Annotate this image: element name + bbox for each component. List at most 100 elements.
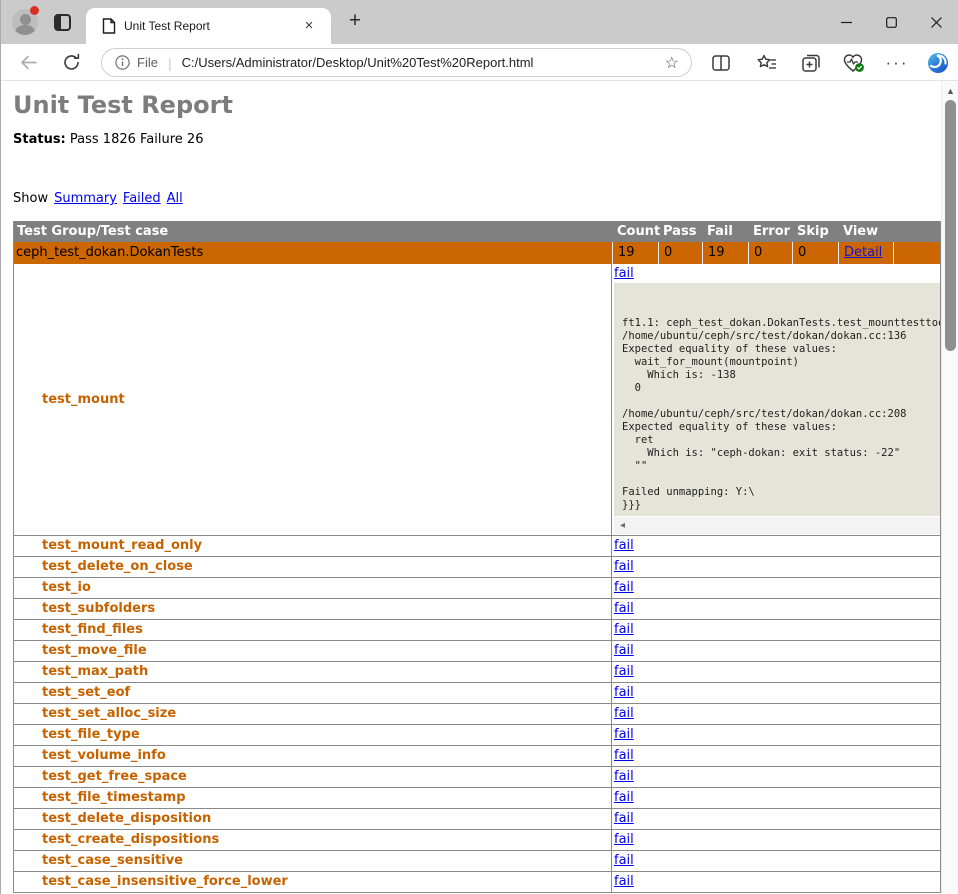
- fail-link[interactable]: fail: [614, 790, 634, 805]
- group-summary-row: ceph_test_dokan.DokanTests 19 0 19 0 0 D…: [14, 242, 940, 264]
- fail-link[interactable]: fail: [614, 769, 634, 784]
- page-content: Unit Test Report Status: Pass 1826 Failu…: [1, 81, 942, 894]
- site-info-icon[interactable]: [115, 55, 130, 70]
- fail-link[interactable]: fail: [614, 538, 634, 553]
- new-tab-button[interactable]: +: [342, 8, 368, 34]
- fail-link[interactable]: fail: [614, 853, 634, 868]
- address-bar[interactable]: File | C:/Users/Administrator/Desktop/Un…: [101, 48, 692, 77]
- back-icon[interactable]: [18, 52, 39, 73]
- table-row: test_find_files fail: [14, 620, 940, 641]
- group-fail: 19: [702, 242, 748, 264]
- test-report-table: Test Group/Test case Count Pass Fail Err…: [13, 221, 941, 893]
- test-name: test_file_type: [14, 727, 140, 742]
- browser-essentials-icon[interactable]: [842, 51, 866, 75]
- minimize-button[interactable]: [829, 10, 863, 34]
- maximize-button[interactable]: [874, 10, 908, 34]
- expanded-test-name-cell: test_mount: [14, 264, 612, 535]
- fail-link[interactable]: fail: [614, 643, 634, 658]
- url-text[interactable]: C:/Users/Administrator/Desktop/Unit%20Te…: [182, 55, 659, 70]
- table-row: test_subfolders fail: [14, 599, 940, 620]
- fail-link[interactable]: fail: [614, 622, 634, 637]
- group-name: ceph_test_dokan.DokanTests: [14, 242, 612, 264]
- table-row: test_get_free_space fail: [14, 767, 940, 788]
- show-all-link[interactable]: All: [167, 191, 183, 206]
- table-row: test_file_type fail: [14, 725, 940, 746]
- test-name: test_delete_disposition: [14, 811, 211, 826]
- test-name: test_create_dispositions: [14, 832, 219, 847]
- page-vertical-scrollbar[interactable]: ▲: [941, 81, 958, 894]
- fail-link[interactable]: fail: [614, 748, 634, 763]
- scheme-label: File: [137, 55, 158, 70]
- group-skip: 0: [792, 242, 838, 264]
- table-row: test_max_path fail: [14, 662, 940, 683]
- col-header-name: Test Group/Test case: [14, 221, 612, 242]
- status-line: Status: Pass 1826 Failure 26: [13, 132, 203, 147]
- fail-link[interactable]: fail: [614, 664, 634, 679]
- show-filter: Show Summary Failed All: [13, 191, 183, 206]
- fail-link[interactable]: fail: [614, 559, 634, 574]
- fail-link[interactable]: fail: [614, 685, 634, 700]
- settings-more-icon[interactable]: ···: [885, 51, 909, 75]
- tab-title: Unit Test Report: [124, 19, 210, 33]
- profile-notification-dot: [30, 6, 39, 15]
- col-header-skip: Skip: [792, 221, 838, 242]
- test-name: test_io: [14, 580, 91, 595]
- table-row: test_delete_disposition fail: [14, 809, 940, 830]
- failure-log-text: ft1.1: ceph_test_dokan.DokanTests.test_m…: [614, 283, 940, 512]
- log-horizontal-scrollbar[interactable]: ◂: [614, 517, 940, 534]
- test-rows: test_mount_read_only fail test_delete_on…: [14, 536, 940, 893]
- collections-icon[interactable]: [799, 51, 823, 75]
- test-name: test_set_alloc_size: [14, 706, 176, 721]
- browser-window: Unit Test Report × + File | C:/Users/Adm…: [0, 0, 958, 894]
- group-count: 19: [612, 242, 658, 264]
- col-header-pass: Pass: [658, 221, 702, 242]
- tab-unit-test-report[interactable]: Unit Test Report ×: [86, 8, 331, 44]
- test-name: test_case_sensitive: [14, 853, 183, 868]
- expanded-test-row: test_mount fail ft1.1: ceph_test_dokan.D…: [14, 264, 940, 536]
- fail-link[interactable]: fail: [614, 580, 634, 595]
- favorites-icon[interactable]: [755, 51, 779, 75]
- table-row: test_delete_on_close fail: [14, 557, 940, 578]
- fail-link[interactable]: fail: [614, 832, 634, 847]
- avatar-head-icon: [20, 14, 31, 25]
- show-failed-link[interactable]: Failed: [123, 191, 161, 206]
- fail-link[interactable]: fail: [614, 706, 634, 721]
- refresh-icon[interactable]: [61, 52, 82, 73]
- detail-link[interactable]: Detail: [844, 245, 882, 260]
- failure-log-box[interactable]: ft1.1: ceph_test_dokan.DokanTests.test_m…: [614, 283, 940, 516]
- test-name: test_set_eof: [14, 685, 130, 700]
- titlebar: Unit Test Report × +: [1, 0, 958, 44]
- col-header-view: View: [838, 221, 893, 242]
- group-pass: 0: [658, 242, 702, 264]
- group-error: 0: [748, 242, 792, 264]
- copilot-icon[interactable]: [926, 51, 950, 75]
- close-window-button[interactable]: [919, 10, 953, 34]
- tab-close-icon[interactable]: ×: [301, 18, 317, 34]
- scroll-up-arrow-icon[interactable]: ▲: [946, 86, 955, 96]
- favorite-star-icon[interactable]: ☆: [665, 53, 679, 73]
- fail-link[interactable]: fail: [614, 874, 634, 889]
- page-title: Unit Test Report: [13, 91, 233, 119]
- table-row: test_create_dispositions fail: [14, 830, 940, 851]
- status-value: Pass 1826 Failure 26: [66, 132, 204, 147]
- tab-actions-icon[interactable]: [54, 14, 71, 31]
- fail-link[interactable]: fail: [614, 266, 634, 281]
- fail-link[interactable]: fail: [614, 727, 634, 742]
- table-row: test_move_file fail: [14, 641, 940, 662]
- table-row: test_set_alloc_size fail: [14, 704, 940, 725]
- show-label: Show: [13, 191, 48, 206]
- test-name: test_subfolders: [14, 601, 155, 616]
- show-summary-link[interactable]: Summary: [54, 191, 117, 206]
- table-header-row: Test Group/Test case Count Pass Fail Err…: [14, 221, 940, 242]
- fail-link[interactable]: fail: [614, 811, 634, 826]
- test-name: test_find_files: [14, 622, 143, 637]
- fail-link[interactable]: fail: [614, 601, 634, 616]
- expanded-test-result-cell: fail ft1.1: ceph_test_dokan.DokanTests.t…: [612, 264, 940, 535]
- scrollbar-thumb[interactable]: [945, 100, 956, 351]
- test-name: test_move_file: [14, 643, 147, 658]
- scroll-left-arrow-icon[interactable]: ◂: [620, 520, 625, 531]
- split-screen-icon[interactable]: [709, 51, 733, 75]
- table-row: test_mount_read_only fail: [14, 536, 940, 557]
- group-spacer: [893, 242, 940, 264]
- col-header-count: Count: [612, 221, 658, 242]
